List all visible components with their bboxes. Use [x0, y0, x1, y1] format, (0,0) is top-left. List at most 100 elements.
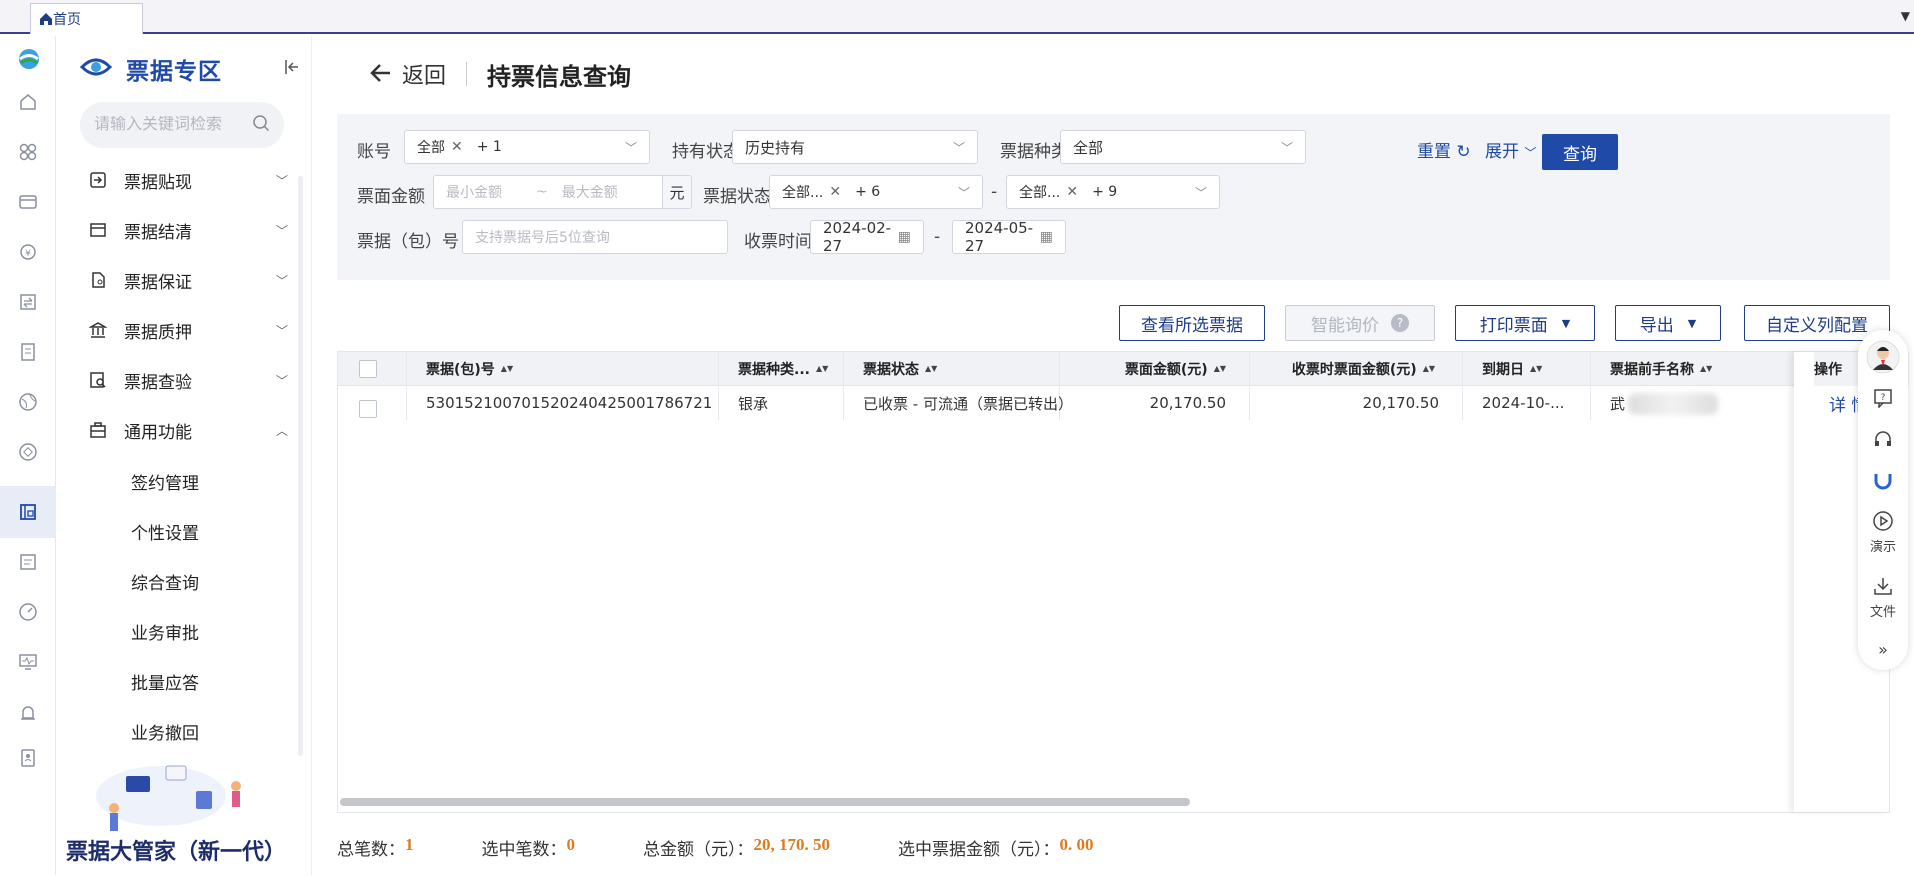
- submenu-item[interactable]: 业务审批: [131, 619, 199, 644]
- avatar[interactable]: [1858, 340, 1908, 378]
- view-selected-button[interactable]: 查看所选票据: [1119, 305, 1265, 341]
- amount-min-input[interactable]: 最小金额: [446, 182, 536, 202]
- bill-status-select-2[interactable]: 全部... ✕ + 9 ﹀: [1006, 175, 1220, 209]
- submenu-item[interactable]: 签约管理: [131, 469, 199, 494]
- table-h-scrollbar[interactable]: [340, 798, 1190, 806]
- bill-status-select-1[interactable]: 全部... ✕ + 6 ﹀: [769, 175, 983, 209]
- inspect-icon: [88, 371, 108, 389]
- sidebar-scrollbar[interactable]: [298, 176, 303, 756]
- collapse-sidebar-icon[interactable]: [284, 58, 302, 81]
- card-icon[interactable]: [18, 192, 38, 212]
- back-button[interactable]: 返回: [368, 58, 446, 91]
- amount-label: 票面金额: [357, 187, 425, 207]
- selected-amount-value: 0. 00: [1059, 835, 1094, 854]
- bill-icon[interactable]: [18, 342, 38, 362]
- col-bill-type[interactable]: 票据种类... ▲▼: [738, 352, 828, 386]
- query-button[interactable]: 查询: [1542, 134, 1618, 170]
- monitor-icon[interactable]: [18, 652, 38, 672]
- menu-item-inspect[interactable]: 票据查验 ﹀: [88, 364, 288, 396]
- status-chip-2: 全部...: [1019, 185, 1061, 201]
- bill-type-select[interactable]: 全部 ﹀: [1060, 130, 1306, 164]
- col-label: 到期日: [1482, 362, 1524, 378]
- promo-banner[interactable]: 票据大管家（新一代）: [66, 756, 306, 876]
- reset-button[interactable]: 重置 ↻: [1417, 137, 1471, 162]
- date-from-value: 2024-02-27: [823, 219, 892, 255]
- icon-rail: ¥: [0, 36, 56, 875]
- date-to-input[interactable]: 2024-05-27 ▦: [952, 219, 1066, 255]
- amount-max-input[interactable]: 最大金额: [562, 182, 618, 202]
- print-button[interactable]: 打印票面 ▼: [1455, 305, 1595, 341]
- file-label: 文件: [1869, 605, 1896, 620]
- menu-item-general[interactable]: 通用功能 ︿: [88, 414, 288, 446]
- sort-icon[interactable]: ▲▼: [816, 365, 828, 373]
- submenu-item[interactable]: 业务撤回: [131, 719, 199, 744]
- currency-icon[interactable]: ¥: [18, 242, 38, 262]
- back-label: 返回: [402, 64, 447, 89]
- menu-item-label: 票据质押: [124, 322, 192, 343]
- list-icon[interactable]: [18, 552, 38, 572]
- col-bill-status[interactable]: 票据状态 ▲▼: [863, 352, 937, 386]
- home-icon[interactable]: [18, 92, 38, 112]
- calendar-icon: ▦: [897, 229, 911, 245]
- menu-item-pledge[interactable]: 票据质押 ﹀: [88, 314, 288, 346]
- close-icon[interactable]: ✕: [451, 139, 463, 155]
- sort-icon[interactable]: ▲▼: [1700, 365, 1712, 373]
- date-from-input[interactable]: 2024-02-27 ▦: [810, 219, 924, 255]
- submenu-item[interactable]: 个性设置: [131, 519, 199, 544]
- target-icon[interactable]: [18, 442, 38, 462]
- column-divider: [843, 352, 844, 420]
- expand-button[interactable]: 展开 ﹀: [1485, 137, 1536, 162]
- export-button[interactable]: 导出 ▼: [1615, 305, 1721, 341]
- caret-down-icon: ▼: [1561, 316, 1571, 330]
- contact-icon[interactable]: [18, 748, 38, 768]
- redacted-name: [1628, 393, 1718, 415]
- help-chat-icon[interactable]: ?: [1858, 388, 1908, 412]
- col-recv-amount[interactable]: 收票时票面金额(元) ▲▼: [1118, 352, 1435, 386]
- chevron-up-icon: ︿: [275, 423, 288, 438]
- hold-status-select[interactable]: 历史持有 ﹀: [732, 130, 978, 164]
- bill-no-placeholder: 支持票据号后5位查询: [475, 230, 610, 246]
- search-icon[interactable]: [252, 114, 270, 136]
- close-icon[interactable]: ✕: [829, 184, 841, 200]
- account-more: + 1: [476, 139, 502, 155]
- col-prev-holder[interactable]: 票据前手名称 ▲▼: [1610, 352, 1712, 386]
- select-all-checkbox[interactable]: [359, 360, 377, 378]
- menu-item-settle[interactable]: 票据结清 ﹀: [88, 214, 288, 246]
- demo-button[interactable]: 演示: [1858, 510, 1908, 555]
- transfer-icon[interactable]: [18, 292, 38, 312]
- sort-icon[interactable]: ▲▼: [1423, 365, 1435, 373]
- gauge-icon[interactable]: [18, 602, 38, 622]
- tab-home[interactable]: 首页: [30, 3, 143, 34]
- file-button[interactable]: 文件: [1858, 575, 1908, 620]
- close-icon[interactable]: ✕: [1066, 184, 1078, 200]
- app-logo-icon: [18, 48, 39, 69]
- row-checkbox[interactable]: [359, 400, 377, 418]
- alarm-icon[interactable]: [18, 702, 38, 722]
- bill-type-value: 全部: [1073, 138, 1104, 157]
- chevron-down-icon: ﹀: [1280, 140, 1293, 155]
- page-title: 持票信息查询: [487, 62, 632, 91]
- col-bill-no[interactable]: 票据(包)号 ▲▼: [426, 352, 513, 386]
- menu-item-guarantee[interactable]: 票据保证 ﹀: [88, 264, 288, 296]
- sidebar-search-input[interactable]: [94, 116, 244, 134]
- tab-dropdown-icon[interactable]: ▼: [1901, 9, 1910, 23]
- double-chevron-right-icon[interactable]: »: [1858, 640, 1908, 659]
- col-due-date[interactable]: 到期日 ▲▼: [1482, 352, 1542, 386]
- svg-text:¥: ¥: [25, 249, 31, 259]
- bill-zone-icon[interactable]: [18, 502, 38, 522]
- sort-icon[interactable]: ▲▼: [1530, 365, 1542, 373]
- sort-icon[interactable]: ▲▼: [925, 365, 937, 373]
- submenu-item[interactable]: 综合查询: [131, 569, 199, 594]
- grid-icon[interactable]: [18, 142, 38, 162]
- document-icon: [88, 271, 108, 289]
- headset-icon[interactable]: [1858, 430, 1908, 454]
- menu-item-discount[interactable]: 票据贴现 ﹀: [88, 164, 288, 196]
- sort-icon[interactable]: ▲▼: [501, 365, 513, 373]
- account-select[interactable]: 全部 ✕ + 1 ﹀: [404, 130, 650, 164]
- globe-icon[interactable]: [18, 392, 38, 412]
- amount-unit: 元: [662, 175, 692, 209]
- bill-no-input[interactable]: 支持票据号后5位查询: [462, 220, 728, 254]
- smart-inquiry-button[interactable]: 智能询价 ?: [1285, 305, 1435, 341]
- submenu-item[interactable]: 批量应答: [131, 669, 199, 694]
- assistant-logo-icon[interactable]: [1858, 470, 1908, 494]
